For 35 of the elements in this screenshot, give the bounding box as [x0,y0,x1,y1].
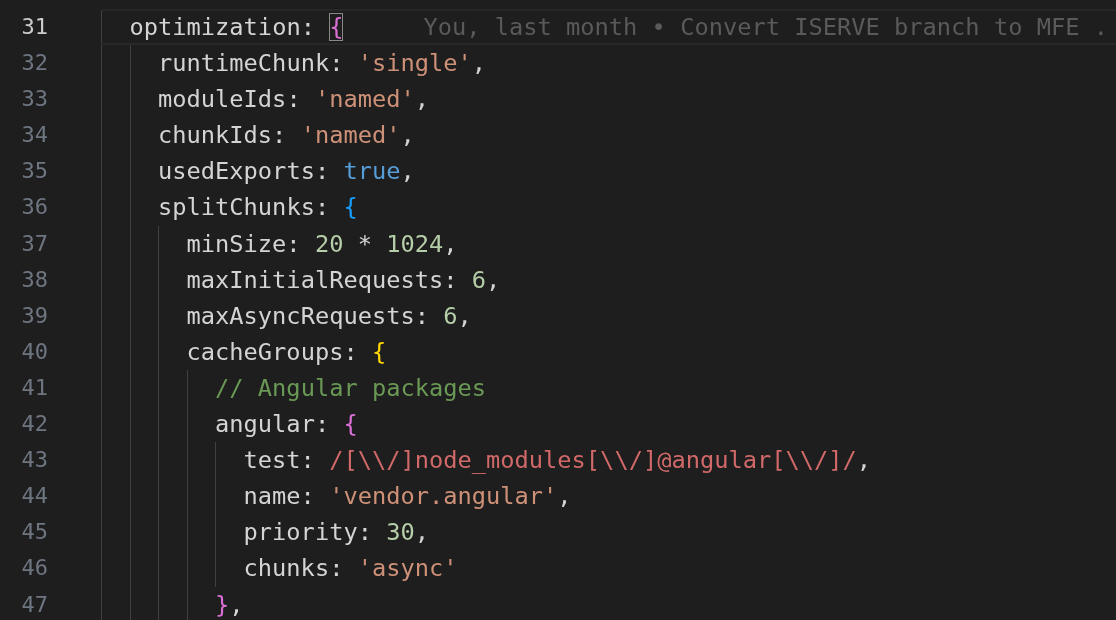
line-number: 35 [20,157,48,186]
line-number: 43 [20,446,48,475]
code-line: test: /[\\/]node_modules[\\/]@angular[\\/]/, [243,445,872,477]
code-line: priority: 30, [243,517,429,549]
code-line: name: 'vendor.angular', [243,481,572,513]
line-number: 40 [20,337,48,366]
code-line: angular: { [215,409,358,441]
line-number: 31 [20,13,48,41]
code-line: chunkIds: 'named', [158,120,415,152]
code-line: moduleIds: 'named', [158,84,429,116]
code-line: chunks: 'async' [243,553,458,585]
code-line: usedExports: true, [158,156,415,188]
line-number: 45 [20,518,48,547]
line-number: 41 [20,373,48,402]
code-line: }, [215,589,244,620]
line-number: 32 [20,49,48,78]
code-line: cacheGroups: { [186,336,387,368]
line-number: 33 [20,85,48,114]
line-number: 44 [20,482,48,511]
code-line: maxInitialRequests: 6, [186,264,501,296]
line-number: 34 [20,121,48,150]
line-number: 36 [20,193,48,222]
code-line: maxAsyncRequests: 6, [186,300,472,332]
code-line: runtimeChunk: 'single', [158,48,487,80]
code-line: // Angular packages [215,372,487,404]
blame-annotation: You, last month • Convert ISERVE branch to MFE . [423,12,1108,43]
line-number: 42 [20,410,48,439]
code-line: minSize: 20 * 1024, [186,228,458,260]
line-number: 39 [20,301,48,330]
code-line: splitChunks: { [158,192,358,224]
line-number: 47 [20,590,48,619]
line-number: 46 [20,554,48,583]
code-line: optimization: { [129,12,344,43]
line-number: 37 [20,229,48,258]
line-number: 38 [20,265,48,294]
